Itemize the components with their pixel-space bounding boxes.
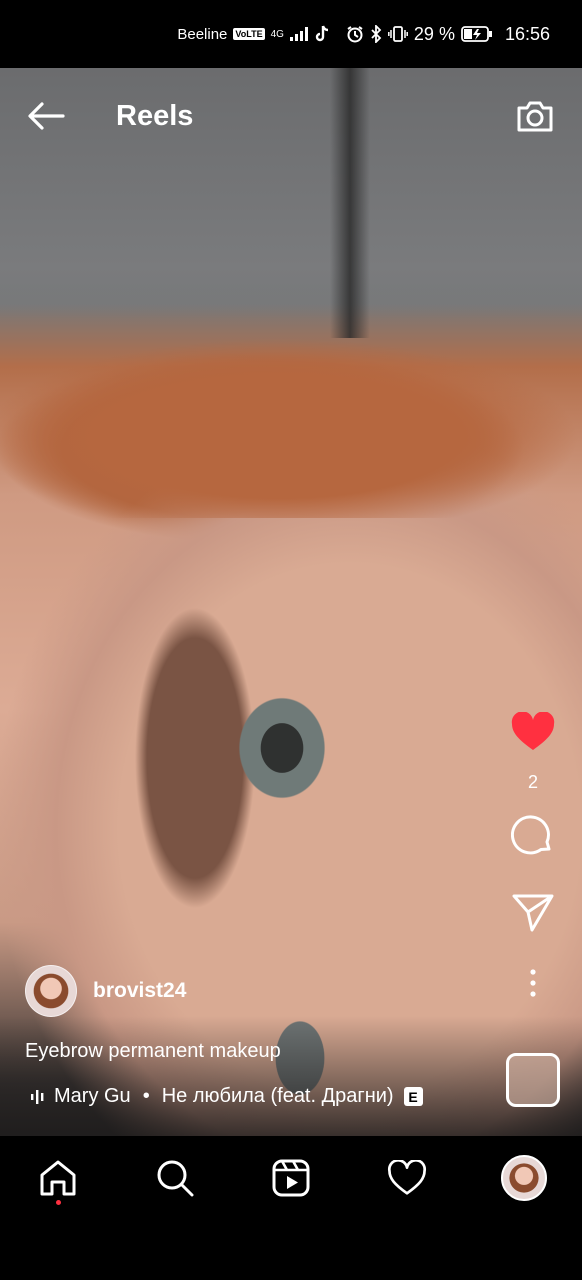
audio-wave-icon: [31, 1089, 44, 1104]
comment-icon: [511, 815, 551, 855]
tiktok-icon: [314, 25, 330, 43]
volte-badge: VoLTE: [233, 28, 265, 40]
author-username[interactable]: brovist24: [93, 979, 186, 1003]
battery-charging-icon: [461, 26, 493, 42]
author-row[interactable]: brovist24: [25, 965, 186, 1017]
nav-activity[interactable]: [385, 1156, 429, 1200]
comment-button[interactable]: [509, 811, 557, 859]
video-bottom-shade: [0, 1016, 582, 1136]
battery-percent: 29 %: [413, 23, 455, 44]
audio-separator: •: [142, 1085, 150, 1107]
back-button[interactable]: [26, 96, 66, 136]
arrow-left-icon: [28, 102, 65, 130]
search-icon: [157, 1160, 194, 1197]
reels-icon: [272, 1159, 310, 1197]
video-hair-region: [0, 318, 582, 518]
vibrate-icon: [387, 25, 408, 43]
action-rail: 2: [502, 708, 564, 1007]
like-count[interactable]: 2: [528, 772, 538, 793]
nav-profile[interactable]: [500, 1154, 548, 1202]
audio-artist: Mary Gu: [54, 1085, 131, 1107]
alarm-icon: [346, 25, 364, 43]
bottom-nav: [0, 1136, 582, 1280]
status-bar: Beeline VoLTE 4G 29 % 16:56: [0, 0, 582, 68]
explicit-badge: E: [403, 1087, 423, 1106]
camera-icon: [517, 101, 553, 132]
carrier-label: Beeline: [177, 25, 228, 43]
profile-avatar: [501, 1155, 547, 1201]
signal-icon: [289, 27, 308, 41]
clock: 16:56: [504, 23, 550, 44]
post-caption[interactable]: Eyebrow permanent makeup: [25, 1040, 281, 1063]
author-avatar[interactable]: [25, 965, 77, 1017]
audio-row[interactable]: Mary Gu • Не любила (feat. Драгни) E: [30, 1085, 423, 1108]
more-button[interactable]: [509, 959, 557, 1007]
camera-button[interactable]: [514, 95, 556, 137]
network-label: 4G: [270, 28, 284, 40]
bluetooth-icon: [370, 25, 382, 43]
share-button[interactable]: [509, 889, 557, 937]
send-icon: [512, 894, 554, 932]
more-vertical-icon: [530, 969, 536, 997]
heart-outline-icon: [387, 1160, 427, 1195]
like-button[interactable]: [509, 708, 557, 756]
home-notification-dot: [56, 1200, 61, 1205]
heart-filled-icon: [511, 712, 555, 750]
audio-thumbnail[interactable]: [506, 1053, 560, 1107]
nav-search[interactable]: [153, 1156, 197, 1200]
home-icon: [40, 1160, 76, 1196]
nav-reels[interactable]: [269, 1156, 313, 1200]
reels-header: Reels: [0, 68, 582, 164]
audio-title: Не любила (feat. Драгни): [161, 1085, 394, 1107]
page-title: Reels: [116, 99, 194, 132]
nav-home[interactable]: [36, 1156, 80, 1200]
